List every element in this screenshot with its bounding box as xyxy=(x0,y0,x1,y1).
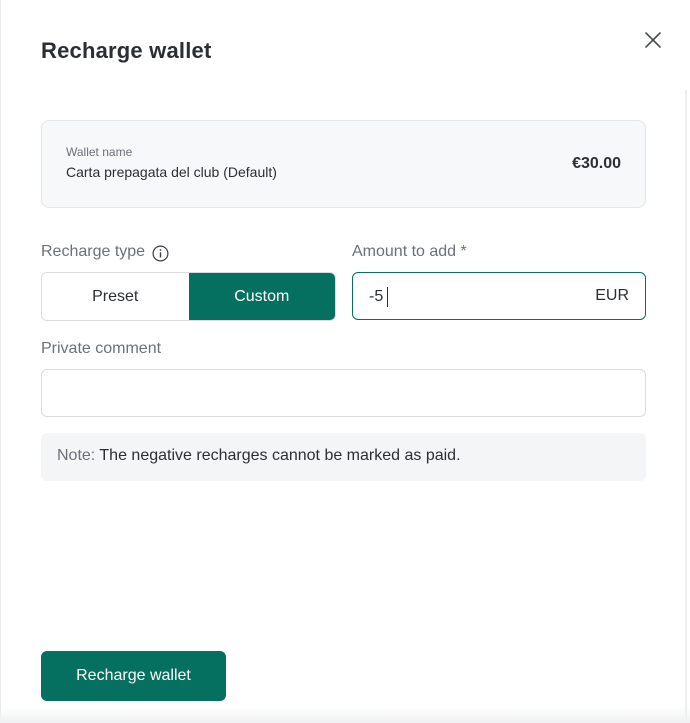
wallet-card: Wallet name Carta prepagata del club (De… xyxy=(41,120,646,208)
wallet-name-label: Wallet name xyxy=(66,145,133,159)
amount-field[interactable]: EUR xyxy=(352,272,646,320)
bottom-shadow xyxy=(0,706,690,723)
close-icon xyxy=(645,32,661,48)
wallet-name-value: Carta prepagata del club (Default) xyxy=(66,164,277,180)
recharge-type-label: Recharge type xyxy=(41,243,146,260)
amount-label: Amount to add * xyxy=(352,243,467,260)
recharge-wallet-dialog: Recharge wallet Wallet name Carta prepag… xyxy=(0,0,690,723)
note-banner: Note: The negative recharges cannot be m… xyxy=(41,433,646,481)
recharge-wallet-button[interactable]: Recharge wallet xyxy=(41,651,226,701)
amount-input[interactable] xyxy=(369,286,589,308)
close-button[interactable] xyxy=(641,28,665,52)
private-comment-label: Private comment xyxy=(41,340,162,357)
recharge-type-toggle: Preset Custom xyxy=(41,272,336,321)
dialog-title: Recharge wallet xyxy=(41,38,212,63)
text-caret xyxy=(387,287,388,307)
note-text: The negative recharges cannot be marked … xyxy=(95,447,461,464)
recharge-type-custom[interactable]: Custom xyxy=(188,273,335,320)
info-icon-glyph xyxy=(152,245,169,262)
dialog-left-border xyxy=(0,0,1,723)
private-comment-field[interactable] xyxy=(41,369,646,417)
dialog-scrollbar-track xyxy=(685,90,687,723)
private-comment-input[interactable] xyxy=(58,383,628,405)
info-icon[interactable] xyxy=(152,245,169,262)
note-prefix: Note: xyxy=(57,447,96,464)
amount-currency: EUR xyxy=(595,287,629,304)
recharge-type-preset[interactable]: Preset xyxy=(42,273,189,320)
wallet-balance: €30.00 xyxy=(572,155,621,172)
